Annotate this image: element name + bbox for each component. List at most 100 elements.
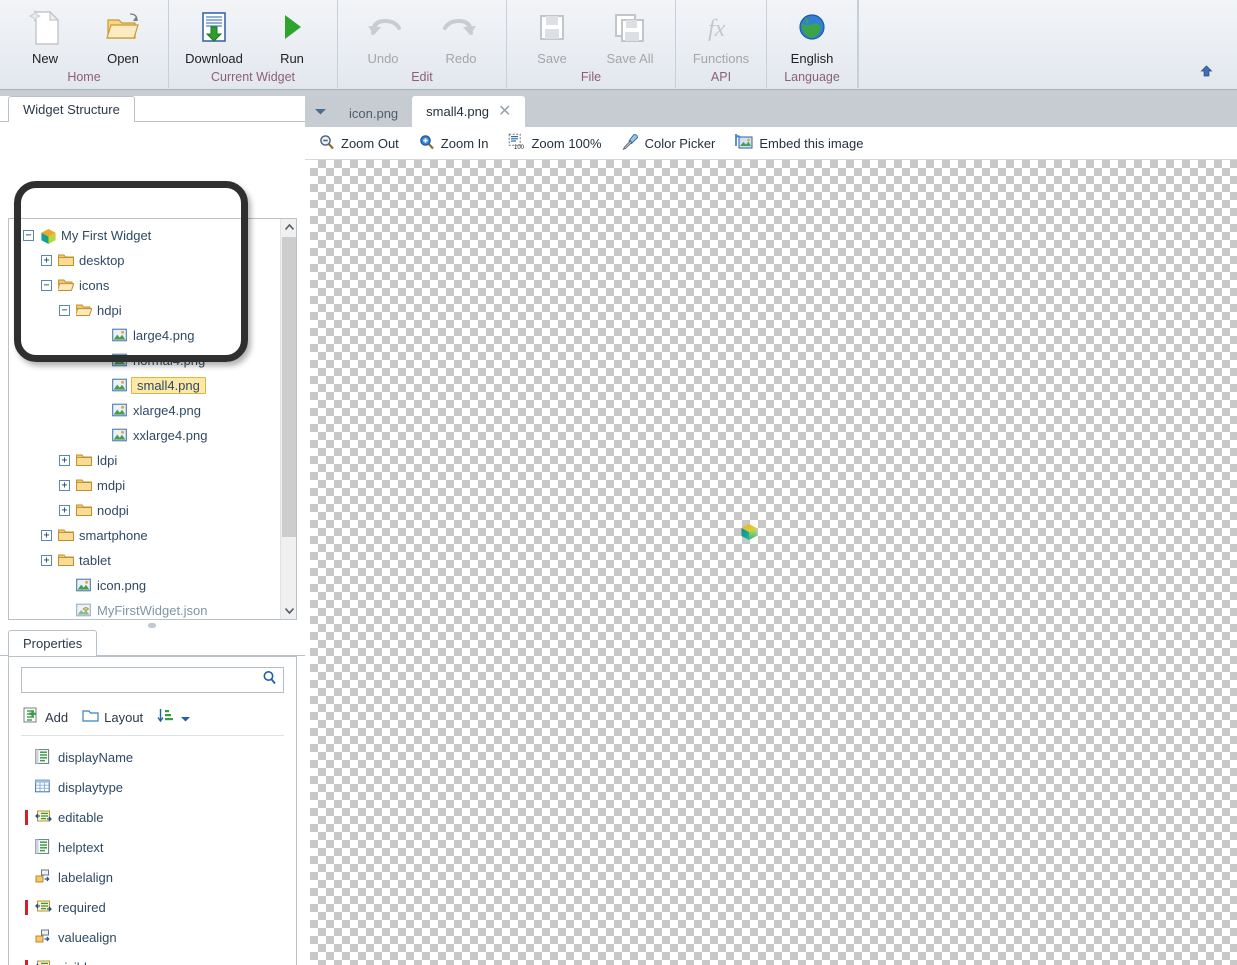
sort-button[interactable]	[157, 708, 191, 727]
search-icon[interactable]	[262, 670, 277, 690]
tree-item-icons[interactable]: − icons	[9, 273, 281, 298]
close-icon[interactable]: ✕	[498, 103, 511, 119]
property-item-displaytype[interactable]: displaytype	[25, 772, 296, 802]
editor-tab-icon-png-label: icon.png	[349, 106, 399, 121]
layout-button[interactable]: Layout	[82, 708, 143, 726]
embed-image-icon	[735, 133, 753, 153]
editor-tab-small4-png[interactable]: small4.png ✕	[412, 96, 526, 127]
zoom-out-button[interactable]: Zoom Out	[319, 134, 399, 153]
panel-splitter-handle[interactable]	[148, 623, 156, 628]
image-editor-toolbar: Zoom Out Zoom In 100 Zoom 100% Color Pic…	[305, 127, 1237, 160]
tree-item-xlarge4-png[interactable]: xlarge4.png	[9, 398, 281, 423]
property-item-labelalign[interactable]: labelalign	[25, 862, 296, 892]
open-button[interactable]: Open	[84, 4, 162, 66]
properties-search-box[interactable]	[21, 667, 284, 693]
expand-node-icon[interactable]: +	[41, 255, 52, 266]
property-item-label: visible	[58, 960, 94, 965]
tree-item-myfirstwidget-json[interactable]: MyFirstWidget.json	[9, 598, 281, 619]
run-button[interactable]: Run	[253, 4, 331, 66]
expand-node-icon[interactable]: +	[59, 455, 70, 466]
add-property-label: Add	[45, 709, 69, 725]
property-item-displayname[interactable]: displayName	[25, 742, 296, 772]
tree-scrollbar-thumb[interactable]	[282, 237, 296, 537]
tree-item-label: tablet	[79, 553, 111, 568]
language-button[interactable]: English	[773, 4, 851, 66]
functions-button-label: Functions	[692, 51, 750, 66]
save-all-button-label: Save All	[606, 51, 654, 66]
property-item-valuealign[interactable]: valuealign	[25, 922, 296, 952]
embed-image-label: Embed this image	[759, 135, 864, 151]
property-item-label: helptext	[58, 839, 104, 855]
tab-list-chevron-down-icon[interactable]	[305, 96, 335, 127]
properties-search-input[interactable]	[30, 671, 262, 689]
tree-item-label: normal4.png	[133, 353, 206, 368]
tree-item-small4-png[interactable]: small4.png	[9, 373, 281, 398]
tree-item-normal4-png[interactable]: normal4.png	[9, 348, 281, 373]
left-panel-column: Widget Structure − My First Widget + deskto…	[0, 96, 305, 965]
tree-item-hdpi[interactable]: − hdpi	[9, 298, 281, 323]
tree-item-nodpi[interactable]: + nodpi	[9, 498, 281, 523]
folder-closed-icon	[58, 253, 74, 269]
tree-item-ldpi[interactable]: + ldpi	[9, 448, 281, 473]
enum-field-icon	[35, 959, 51, 965]
redo-arrow-icon	[443, 8, 479, 48]
tree-item-tablet[interactable]: + tablet	[9, 548, 281, 573]
ribbon-group-label-file: File	[580, 70, 602, 84]
tree-item-icon-png[interactable]: icon.png	[9, 573, 281, 598]
download-button-label: Download	[185, 51, 243, 66]
zoom-in-button[interactable]: Zoom In	[419, 134, 488, 153]
expand-node-icon[interactable]: +	[59, 505, 70, 516]
tab-widget-structure[interactable]: Widget Structure	[8, 96, 135, 122]
expand-node-icon[interactable]: +	[41, 530, 52, 541]
application-window: New Open Home Download Run Current Widge…	[0, 0, 1237, 965]
image-canvas-transparency-checkerboard[interactable]: (100%) 16x16	[310, 160, 1237, 965]
tree-item-desktop[interactable]: + desktop	[9, 248, 281, 273]
properties-panel-column: Properties Add Layout displayName displa…	[0, 630, 305, 965]
required-marker-empty	[25, 780, 28, 795]
property-item-visible[interactable]: visible	[25, 952, 296, 965]
save-button[interactable]: Save	[513, 4, 591, 66]
embed-image-button[interactable]: Embed this image	[735, 133, 864, 153]
widget-structure-tree[interactable]: − My First Widget + desktop − icons − hdpi large…	[9, 219, 281, 619]
new-button[interactable]: New	[6, 4, 84, 66]
tab-properties[interactable]: Properties	[8, 630, 98, 656]
ribbon-group-label-current-widget: Current Widget	[210, 70, 296, 84]
zoom-100-button[interactable]: 100 Zoom 100%	[508, 133, 602, 153]
save-all-button[interactable]: Save All	[591, 4, 669, 66]
tree-item-label: icon.png	[97, 578, 147, 593]
tab-widget-structure-label: Widget Structure	[23, 102, 120, 117]
tree-item-label: desktop	[79, 253, 125, 268]
redo-button[interactable]: Redo	[422, 4, 500, 66]
functions-button[interactable]: fx Functions	[682, 4, 760, 66]
chevron-down-icon[interactable]	[281, 602, 296, 619]
expand-node-icon[interactable]: +	[41, 555, 52, 566]
editor-tab-icon-png[interactable]: icon.png	[335, 100, 412, 127]
tree-item-xxlarge4-png[interactable]: xxlarge4.png	[9, 423, 281, 448]
collapse-ribbon-up-arrow-icon[interactable]	[1197, 62, 1215, 80]
tree-item-mdpi[interactable]: + mdpi	[9, 473, 281, 498]
tree-item-label: smartphone	[79, 528, 148, 543]
tree-item-my-first-widget[interactable]: − My First Widget	[9, 223, 281, 248]
property-item-editable[interactable]: editable	[25, 802, 296, 832]
ribbon-group-language: English Language	[767, 0, 858, 88]
tree-item-large4-png[interactable]: large4.png	[9, 323, 281, 348]
color-picker-button[interactable]: Color Picker	[622, 133, 715, 153]
collapse-node-icon[interactable]: −	[41, 280, 52, 291]
sort-dropdown-caret-icon[interactable]	[181, 710, 191, 725]
tree-item-smartphone[interactable]: + smartphone	[9, 523, 281, 548]
collapse-node-icon[interactable]: −	[59, 305, 70, 316]
folder-closed-icon	[76, 453, 92, 469]
undo-button[interactable]: Undo	[344, 4, 422, 66]
globe-icon	[796, 8, 828, 48]
property-item-helptext[interactable]: helptext	[25, 832, 296, 862]
run-button-label: Run	[280, 51, 304, 66]
property-item-required[interactable]: required	[25, 892, 296, 922]
open-folder-icon	[105, 8, 141, 48]
editor-tabstrip: icon.png small4.png ✕	[305, 96, 1237, 127]
collapse-node-icon[interactable]: −	[23, 230, 34, 241]
add-property-button[interactable]: Add	[23, 707, 68, 727]
tree-vertical-scrollbar[interactable]	[280, 219, 296, 619]
chevron-up-icon[interactable]	[281, 219, 296, 236]
expand-node-icon[interactable]: +	[59, 480, 70, 491]
download-button[interactable]: Download	[175, 4, 253, 66]
